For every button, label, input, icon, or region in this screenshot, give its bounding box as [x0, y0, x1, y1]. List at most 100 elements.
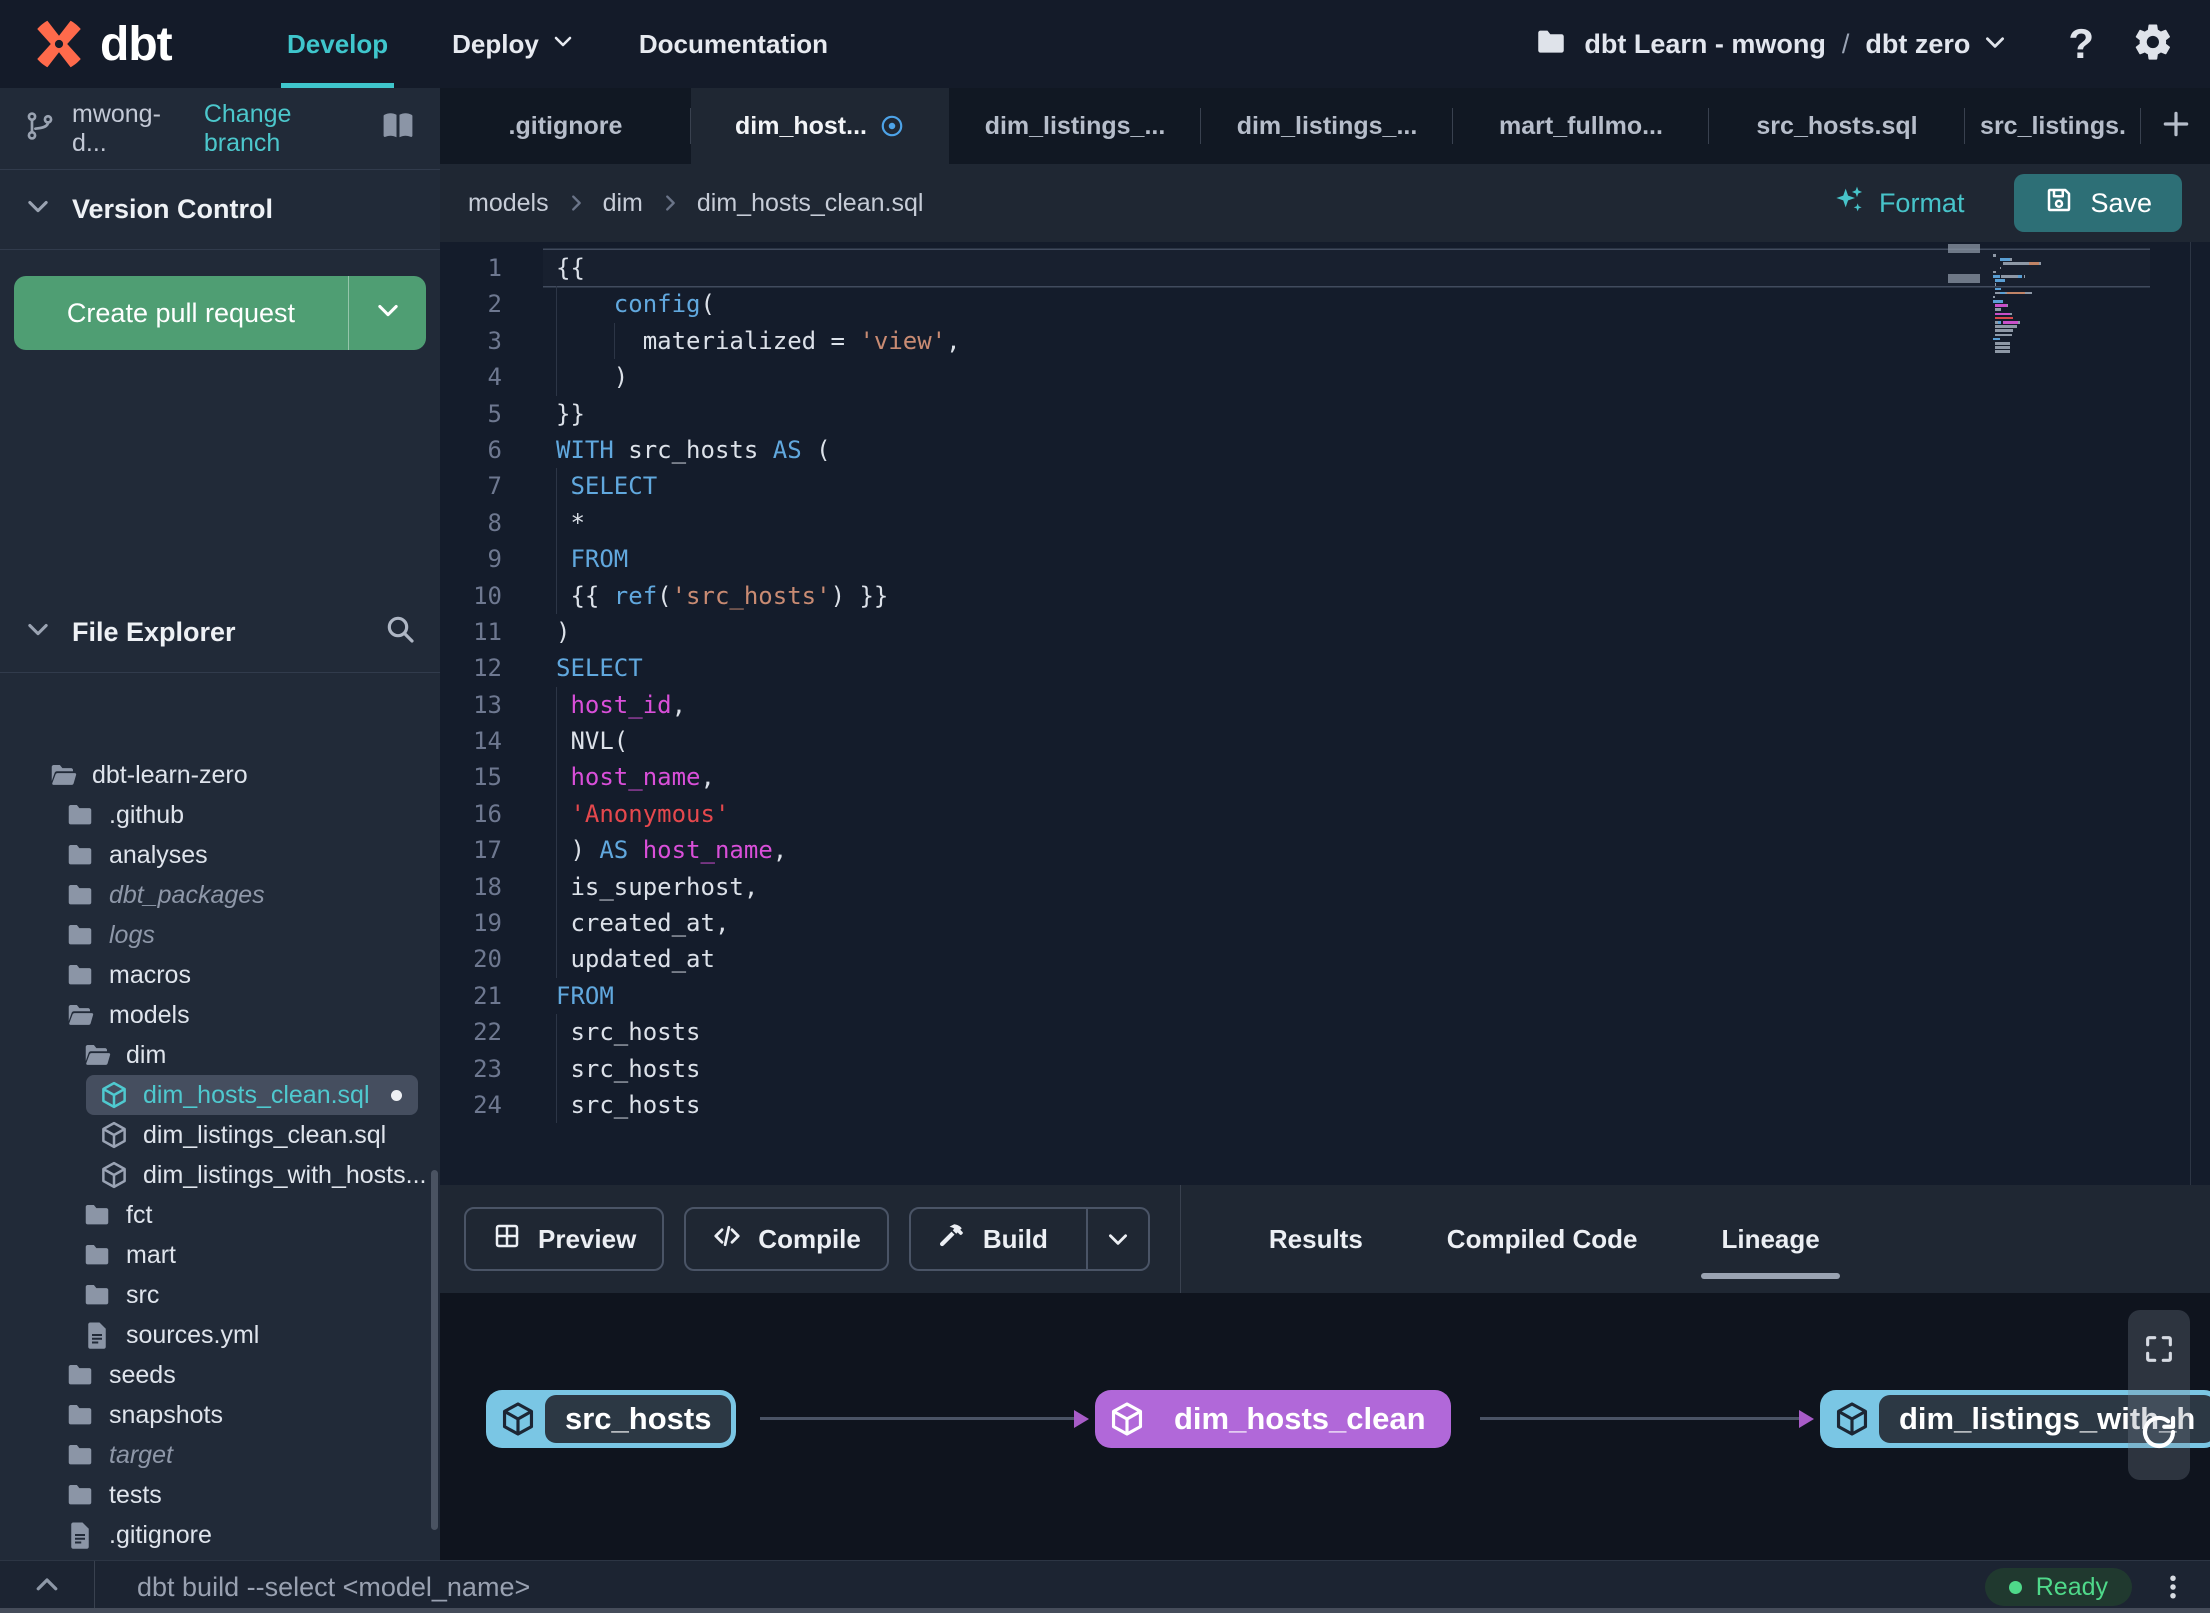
tree-item-gitignore[interactable]: .gitignore — [0, 1515, 440, 1555]
code-line[interactable]: src_hosts — [543, 1050, 2150, 1087]
tab-mart-fullmo[interactable]: mart_fullmo... — [1453, 88, 1709, 164]
save-button[interactable]: Save — [2014, 174, 2182, 232]
code-line[interactable]: }} — [543, 396, 2150, 432]
code-line[interactable]: materialized = 'view', — [543, 322, 2150, 360]
project-chevron-down-icon[interactable] — [1970, 29, 2008, 60]
command-bar-expand[interactable] — [0, 1561, 95, 1613]
tree-item-sources-yml[interactable]: sources.yml — [0, 1315, 440, 1355]
editor-toolbar: models dim dim_hosts_clean.sql Format Sa… — [440, 164, 2210, 242]
code-line[interactable]: NVL( — [543, 723, 2150, 760]
file-explorer-header[interactable]: File Explorer — [0, 593, 440, 673]
search-icon[interactable] — [384, 613, 416, 652]
tree-item-fct[interactable]: fct — [0, 1195, 440, 1235]
command-input[interactable]: dbt build --select <model_name> — [95, 1572, 530, 1603]
create-pull-request-button[interactable]: Create pull request — [14, 276, 426, 350]
code-line[interactable]: src_hosts — [543, 1014, 2150, 1051]
kebab-menu-icon[interactable] — [2158, 1572, 2188, 1602]
nav-deploy[interactable]: Deploy — [420, 0, 607, 88]
code-line[interactable]: updated_at — [543, 941, 2150, 978]
code-line[interactable]: 'Anonymous' — [543, 795, 2150, 833]
docs-book-icon[interactable] — [380, 108, 416, 149]
sidebar: mwong-d... Change branch Version Control… — [0, 88, 440, 1560]
tree-item-macros[interactable]: macros — [0, 955, 440, 995]
format-button[interactable]: Format — [1827, 183, 1971, 224]
code-line[interactable]: SELECT — [543, 468, 2150, 505]
help-icon[interactable]: ? — [2068, 20, 2094, 68]
panel-tab-compiled-code[interactable]: Compiled Code — [1405, 1185, 1680, 1293]
new-tab-button[interactable] — [2141, 88, 2210, 164]
tree-item-logs[interactable]: logs — [0, 915, 440, 955]
line-number: 18 — [473, 872, 502, 901]
lineage-node-src-hosts[interactable]: src_hosts — [486, 1390, 737, 1448]
nav-develop[interactable]: Develop — [255, 0, 420, 88]
fullscreen-icon[interactable] — [2142, 1332, 2176, 1371]
tree-item-tests[interactable]: tests — [0, 1475, 440, 1515]
tree-item-dim[interactable]: dim — [0, 1035, 440, 1075]
code-editor[interactable]: 1 2 3 4 5 6 7 8 9 10 11 12 13 14 15 16 17 18 19 20 21 22 23 24 … — [440, 242, 2210, 1185]
code-line[interactable]: {{ — [543, 250, 2150, 287]
version-control-body: Create pull request — [0, 250, 440, 593]
tree-item-github[interactable]: .github — [0, 795, 440, 835]
ready-status-badge: Ready — [1984, 1568, 2132, 1606]
tree-item-dim-listings-with-hosts[interactable]: dim_listings_with_hosts... — [0, 1155, 440, 1195]
code-line[interactable]: host_id, — [543, 686, 2150, 724]
settings-gear-icon[interactable] — [2094, 21, 2174, 68]
compile-button[interactable]: Compile — [684, 1207, 889, 1271]
tab-src-hosts-sql[interactable]: src_hosts.sql — [1709, 88, 1965, 164]
tree-item-dbt-learn-zero[interactable]: dbt-learn-zero — [0, 755, 440, 795]
tree-item-dbt-packages[interactable]: dbt_packages — [0, 875, 440, 915]
tree-item-mart[interactable]: mart — [0, 1235, 440, 1275]
refresh-icon[interactable] — [2138, 1411, 2180, 1458]
project-name[interactable]: dbt zero — [1865, 29, 1970, 60]
code-line[interactable]: SELECT — [543, 650, 2150, 686]
top-navbar: dbt Develop Deploy Documentation dbt Learn… — [0, 0, 2210, 88]
minimap[interactable] — [1993, 254, 2123, 355]
build-button[interactable]: Build — [908, 1207, 1150, 1271]
tab-dim-listings[interactable]: dim_listings_... — [949, 88, 1201, 164]
tab-dim-listings[interactable]: dim_listings_... — [1201, 88, 1453, 164]
nav-documentation[interactable]: Documentation — [607, 0, 860, 88]
plus-icon — [2160, 108, 2192, 145]
breadcrumb-dim[interactable]: dim — [603, 189, 643, 218]
lineage-node-dim-hosts-clean[interactable]: dim_hosts_clean — [1095, 1390, 1451, 1448]
line-number: 7 — [487, 472, 502, 501]
code-line[interactable]: ) — [543, 614, 2150, 650]
tree-item-analyses[interactable]: analyses — [0, 835, 440, 875]
code-line[interactable]: created_at, — [543, 905, 2150, 942]
preview-button[interactable]: Preview — [464, 1207, 665, 1271]
version-control-header[interactable]: Version Control — [0, 170, 440, 250]
code-line[interactable]: * — [543, 504, 2150, 542]
code-line[interactable]: config( — [543, 286, 2150, 323]
panel-tab-lineage[interactable]: Lineage — [1679, 1185, 1861, 1293]
change-branch-link[interactable]: Change branch — [204, 100, 364, 158]
code-line[interactable]: {{ ref('src_hosts') }} — [543, 577, 2150, 614]
lineage-canvas[interactable]: src_hosts dim_hosts_clean dim_listings_wit… — [440, 1293, 2210, 1560]
code-line[interactable]: src_hosts — [543, 1086, 2150, 1124]
account-name[interactable]: dbt Learn - mwong — [1584, 29, 1825, 60]
sidebar-scrollbar[interactable] — [431, 1170, 438, 1530]
code-content[interactable]: {{ config( materialized = 'view', )}} WIT… — [543, 250, 2150, 1124]
create-pr-dropdown[interactable] — [348, 276, 426, 350]
code-line[interactable]: FROM — [543, 541, 2150, 578]
code-line[interactable]: ) AS host_name, — [543, 832, 2150, 869]
tree-item-src[interactable]: src — [0, 1275, 440, 1315]
breadcrumb-models[interactable]: models — [468, 189, 549, 218]
code-line[interactable]: FROM — [543, 978, 2150, 1014]
tree-item-target[interactable]: target — [0, 1435, 440, 1475]
tab-src-listings[interactable]: src_listings. — [1965, 88, 2141, 164]
tree-item-dim-listings-clean-sql[interactable]: dim_listings_clean.sql — [0, 1115, 440, 1155]
code-line[interactable]: ) — [543, 359, 2150, 396]
tab-gitignore[interactable]: .gitignore — [440, 88, 691, 164]
tab-dim-host[interactable]: dim_host... — [691, 88, 949, 164]
code-line[interactable]: is_superhost, — [543, 868, 2150, 906]
code-line[interactable]: host_name, — [543, 759, 2150, 796]
tree-item-snapshots[interactable]: snapshots — [0, 1395, 440, 1435]
tree-item-models[interactable]: models — [0, 995, 440, 1035]
tree-item-dim-hosts-clean-sql[interactable]: dim_hosts_clean.sql — [86, 1075, 418, 1115]
code-line[interactable]: WITH src_hosts AS ( — [543, 432, 2150, 468]
tree-item-seeds[interactable]: seeds — [0, 1355, 440, 1395]
line-number: 13 — [473, 690, 502, 719]
dbt-logo[interactable]: dbt — [0, 15, 235, 73]
panel-tab-results[interactable]: Results — [1227, 1185, 1405, 1293]
build-dropdown[interactable] — [1085, 1209, 1148, 1269]
